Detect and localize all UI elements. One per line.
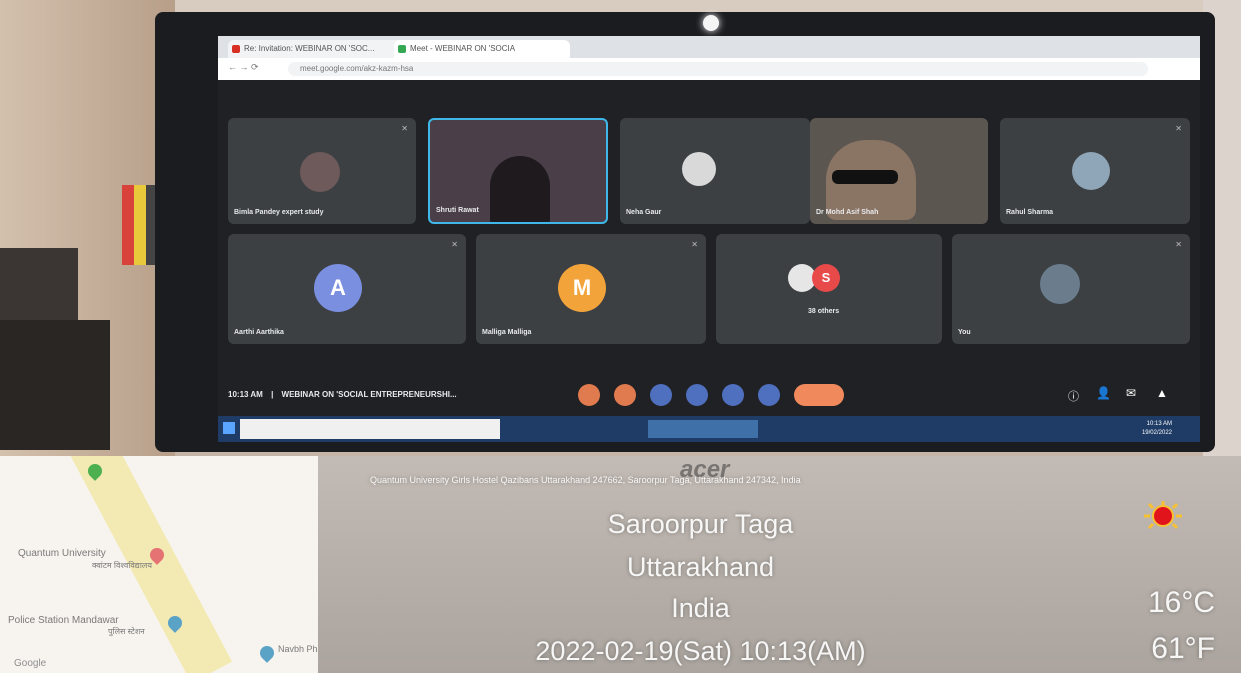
taskbar-chrome-app[interactable] — [648, 420, 758, 438]
meet-icon — [398, 45, 406, 53]
meeting-title: WEBINAR ON 'SOCIAL ENTREPRENEURSHI... — [281, 390, 457, 399]
participant-tile[interactable]: M ✕ Malliga Malliga — [476, 234, 706, 344]
clock-date: 19/02/2022 — [1141, 430, 1172, 436]
gmail-icon — [232, 45, 240, 53]
self-photo — [1040, 264, 1080, 304]
self-tile[interactable]: ✕ You — [952, 234, 1190, 344]
activities-icon[interactable]: ▲ — [1156, 386, 1168, 400]
object-shelf — [0, 248, 78, 328]
participant-name: You — [958, 329, 971, 336]
webcam-icon — [703, 15, 719, 31]
info-icon[interactable]: ⓘ — [1068, 388, 1079, 404]
laptop-screen: Re: Invitation: WEBINAR ON 'SOC... Meet … — [218, 36, 1200, 442]
stamp-country: India — [671, 593, 730, 623]
stamp-address: Quantum University Girls Hostel Qazibans… — [370, 475, 801, 485]
more-options-button[interactable] — [758, 384, 780, 406]
participant-name: Malliga Malliga — [482, 329, 532, 336]
temperature-celsius: 16°C — [1147, 586, 1215, 619]
windows-start-icon[interactable] — [223, 422, 235, 434]
participant-avatar: A — [314, 264, 362, 312]
participant-name: Dr Mohd Asif Shah — [816, 209, 879, 216]
others-count: 38 others — [808, 308, 840, 315]
people-icon[interactable]: 👤 — [1096, 386, 1111, 400]
browser-tab-meet[interactable]: Meet - WEBINAR ON 'SOCIA — [394, 40, 570, 58]
raise-hand-button[interactable] — [686, 384, 708, 406]
participant-tile[interactable]: ✕ Rahul Sharma — [1000, 118, 1190, 224]
browser-tab-mail[interactable]: Re: Invitation: WEBINAR ON 'SOC... — [228, 40, 404, 58]
leave-call-button[interactable] — [794, 384, 844, 406]
desk-object — [0, 320, 110, 450]
windows-taskbar: 10:13 AM 19/02/2022 — [218, 416, 1200, 442]
participant-tile[interactable]: A ✕ Aarthi Aarthika — [228, 234, 466, 344]
participant-tile[interactable]: Neha Gaur — [620, 118, 810, 224]
address-bar: ← → ⟳ meet.google.com/akz-kazm-hsa — [218, 58, 1200, 80]
participant-tile[interactable]: ✕ Bimla Pandey expert study — [228, 118, 416, 224]
sunny-weather-icon — [1144, 501, 1182, 530]
mic-off-icon: ✕ — [401, 124, 408, 133]
taskbar-search[interactable] — [240, 419, 500, 439]
mic-off-icon: ✕ — [1175, 240, 1182, 249]
meeting-info: 10:13 AM | WEBINAR ON 'SOCIAL ENTREPRENE… — [228, 390, 457, 399]
temperature-fahrenheit: 61°F — [1151, 632, 1215, 665]
nav-arrows-icon[interactable]: ← → ⟳ — [228, 62, 259, 73]
others-tile[interactable]: S 38 others — [716, 234, 942, 344]
stamp-datetime: 2022-02-19(Sat) 10:13(AM) — [535, 636, 866, 666]
camera-button[interactable] — [614, 384, 636, 406]
stamp-state: Uttarakhand — [626, 552, 775, 582]
meeting-separator: | — [271, 390, 274, 399]
participant-name: Aarthi Aarthika — [234, 329, 284, 336]
tab-label: Meet - WEBINAR ON 'SOCIA — [410, 44, 516, 53]
participant-name: Bimla Pandey expert study — [234, 209, 324, 216]
participant-tile-active[interactable]: Shruti Rawat — [428, 118, 608, 224]
photo-scene: Re: Invitation: WEBINAR ON 'SOC... Meet … — [0, 0, 1241, 456]
glasses — [832, 170, 898, 184]
geotag-overlay: Quantum University क्वांटम विश्वविद्यालय… — [0, 456, 1241, 673]
participant-name: Shruti Rawat — [436, 207, 479, 214]
present-button[interactable] — [722, 384, 744, 406]
mic-off-icon: ✕ — [691, 240, 698, 249]
participant-name: Neha Gaur — [626, 209, 662, 216]
mic-off-icon: ✕ — [451, 240, 458, 249]
taskbar-clock[interactable]: 10:13 AM 19/02/2022 — [1142, 420, 1172, 438]
url-field[interactable]: meet.google.com/akz-kazm-hsa — [288, 62, 1148, 76]
chat-icon[interactable]: ✉ — [1126, 386, 1136, 400]
participant-name: Rahul Sharma — [1006, 209, 1054, 216]
participant-video — [490, 156, 550, 222]
participant-photo — [1072, 152, 1110, 190]
participant-photo — [682, 152, 716, 186]
captions-button[interactable] — [650, 384, 672, 406]
participant-tile[interactable]: Dr Mohd Asif Shah — [810, 118, 988, 224]
participant-avatar: S — [812, 264, 840, 292]
meeting-controls: 10:13 AM | WEBINAR ON 'SOCIAL ENTREPRENE… — [218, 376, 1200, 416]
meeting-time: 10:13 AM — [228, 390, 263, 399]
mic-off-icon: ✕ — [1175, 124, 1182, 133]
clock-time: 10:13 AM — [1146, 421, 1172, 427]
browser-tabbar: Re: Invitation: WEBINAR ON 'SOC... Meet … — [218, 36, 1200, 58]
stamp-city: Saroorpur Taga — [607, 509, 794, 539]
tab-label: Re: Invitation: WEBINAR ON 'SOC... — [244, 44, 375, 53]
participant-avatar: M — [558, 264, 606, 312]
mic-button[interactable] — [578, 384, 600, 406]
participant-photo — [300, 152, 340, 192]
